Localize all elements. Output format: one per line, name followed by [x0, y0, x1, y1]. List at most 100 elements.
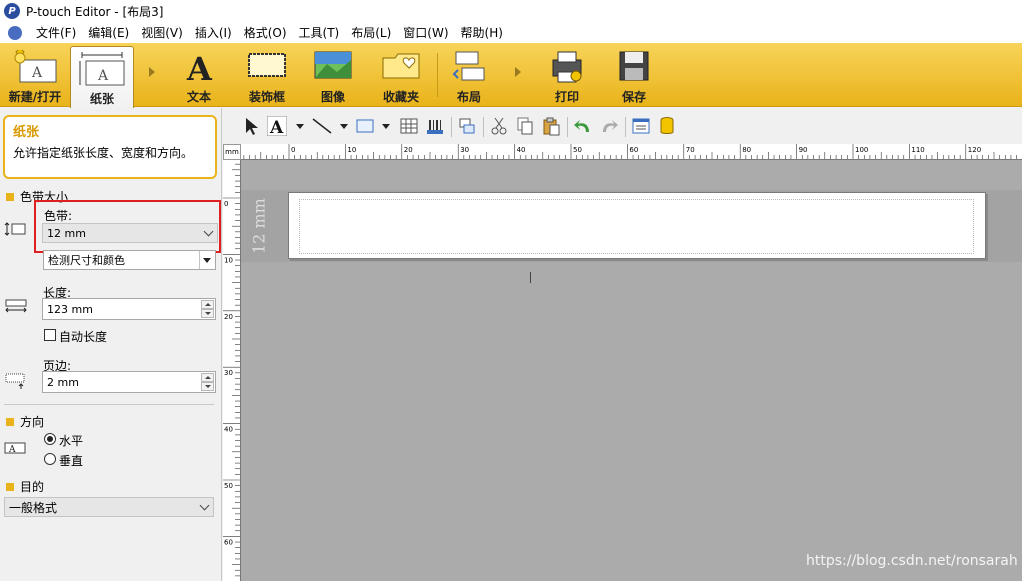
menu-layout[interactable]: 布局(L) — [345, 24, 397, 41]
new-open-button[interactable]: A 新建/打开 — [2, 46, 68, 106]
redo-icon[interactable] — [599, 116, 619, 136]
paper-icon: A — [79, 52, 125, 86]
printable-area[interactable] — [299, 199, 974, 254]
frame-button[interactable]: 装饰框 — [234, 46, 300, 106]
text-icon: A — [186, 50, 213, 84]
svg-text:A: A — [269, 118, 284, 136]
ribbon-divider — [437, 53, 438, 97]
menu-edit[interactable]: 编辑(E) — [82, 24, 135, 41]
ruler-label: 120 — [968, 146, 981, 154]
watermark: https://blog.csdn.net/ronsarah — [806, 553, 1018, 569]
horizontal-radio[interactable] — [44, 433, 56, 445]
layout-label: 布局 — [456, 90, 481, 104]
tip-description: 允许指定纸张长度、宽度和方向。 — [13, 146, 194, 160]
favorites-button[interactable]: 收藏夹 — [370, 46, 432, 106]
vertical-radio[interactable] — [44, 453, 56, 465]
folder-heart-icon — [382, 53, 420, 79]
text-dropdown-icon[interactable] — [295, 116, 305, 136]
vertical-label: 垂直 — [59, 454, 84, 468]
menu-insert[interactable]: 插入(I) — [189, 24, 238, 41]
ruler-label: 50 — [573, 146, 582, 154]
menu-bar: 文件(F) 编辑(E) 视图(V) 插入(I) 格式(O) 工具(T) 布局(L… — [0, 22, 1022, 43]
cut-icon[interactable] — [489, 116, 509, 136]
arrange-icon[interactable] — [457, 116, 477, 136]
svg-text:A: A — [97, 68, 109, 84]
menu-file[interactable]: 文件(F) — [30, 24, 82, 41]
length-increment-button[interactable] — [201, 300, 214, 309]
properties-icon[interactable] — [631, 116, 651, 136]
text-cursor — [530, 272, 531, 283]
image-button[interactable]: 图像 — [302, 46, 364, 106]
print-button[interactable]: 打印 — [536, 46, 598, 106]
orientation-heading-text: 方向 — [20, 415, 45, 429]
detect-size-select[interactable]: 检测尺寸和颜色 — [43, 250, 216, 270]
auto-length-checkbox[interactable] — [44, 329, 56, 341]
svg-text:A: A — [186, 50, 213, 84]
select-arrow-icon[interactable] — [243, 116, 261, 136]
favorites-label: 收藏夹 — [382, 90, 419, 104]
menu-help[interactable]: 帮助(H) — [455, 24, 509, 41]
ribbon-chevron-icon-2 — [515, 67, 521, 77]
length-decrement-button[interactable] — [201, 309, 214, 318]
edit-toolbar: A — [223, 108, 1022, 144]
length-value: 123 mm — [47, 302, 93, 316]
tape-length-icon — [5, 299, 27, 313]
detect-size-value: 检测尺寸和颜色 — [48, 254, 125, 267]
new-open-icon: A — [14, 50, 57, 83]
section-marker-icon — [6, 482, 14, 491]
paper-properties-panel: 纸张 允许指定纸张长度、宽度和方向。 色带大小 色带: 12 mm 检测尺寸和颜… — [0, 108, 222, 581]
line-dropdown-icon[interactable] — [339, 116, 349, 136]
margin-input[interactable]: 2 mm — [42, 371, 216, 393]
paste-icon[interactable] — [541, 116, 561, 136]
image-icon — [314, 51, 352, 79]
text-tool-icon[interactable]: A — [267, 116, 287, 136]
ribbon-chevron-icon — [149, 67, 155, 77]
undo-icon[interactable] — [573, 116, 593, 136]
purpose-select[interactable]: 一般格式 — [4, 497, 214, 517]
margin-increment-button[interactable] — [201, 373, 214, 382]
label-tape[interactable] — [288, 192, 986, 259]
ruler-label: 20 — [224, 313, 233, 321]
vertical-ruler: 0 10 20 30 40 50 60 — [223, 160, 241, 581]
length-input[interactable]: 123 mm — [42, 298, 216, 320]
barcode-icon[interactable] — [425, 116, 445, 136]
ruler-label: 0 — [224, 200, 228, 208]
orientation-icon: A — [4, 442, 26, 454]
layout-button[interactable]: 布局 — [442, 46, 496, 106]
save-label: 保存 — [621, 90, 646, 104]
frame-icon — [248, 53, 286, 77]
text-button[interactable]: A 文本 — [168, 46, 230, 106]
layout-canvas[interactable]: 12 mm — [241, 160, 1022, 581]
toolbar-separator — [567, 117, 568, 137]
ruler-label: 90 — [799, 146, 808, 154]
database-icon[interactable] — [657, 116, 677, 136]
printer-icon — [552, 51, 582, 83]
margin-decrement-button[interactable] — [201, 382, 214, 391]
margin-value: 2 mm — [47, 375, 79, 389]
paper-label: 纸张 — [89, 92, 114, 106]
shape-tool-icon[interactable] — [355, 116, 375, 136]
tip-title: 纸张 — [13, 125, 40, 140]
ruler-label: 10 — [347, 146, 356, 154]
paper-button[interactable]: A 纸张 — [70, 46, 134, 108]
menu-tools[interactable]: 工具(T) — [293, 24, 346, 41]
section-marker-icon — [6, 192, 14, 201]
table-icon[interactable] — [399, 116, 419, 136]
menu-format[interactable]: 格式(O) — [238, 24, 293, 41]
section-marker-icon — [6, 417, 14, 426]
horizontal-ruler: 0 10 20 30 40 50 60 70 80 90 100 110 120 — [241, 144, 1022, 160]
line-tool-icon[interactable] — [311, 116, 333, 136]
auto-length-label: 自动长度 — [59, 330, 108, 344]
purpose-value: 一般格式 — [9, 500, 58, 515]
svg-text:A: A — [8, 445, 16, 454]
purpose-heading: 目的 — [6, 478, 44, 495]
copy-icon[interactable] — [515, 116, 535, 136]
save-button[interactable]: 保存 — [604, 46, 664, 106]
shape-dropdown-icon[interactable] — [381, 116, 391, 136]
document-icon[interactable] — [8, 25, 22, 40]
ruler-label: 70 — [686, 146, 695, 154]
menu-window[interactable]: 窗口(W) — [397, 24, 454, 41]
svg-text:A: A — [31, 65, 43, 81]
horizontal-label: 水平 — [59, 434, 84, 448]
menu-view[interactable]: 视图(V) — [135, 24, 189, 41]
